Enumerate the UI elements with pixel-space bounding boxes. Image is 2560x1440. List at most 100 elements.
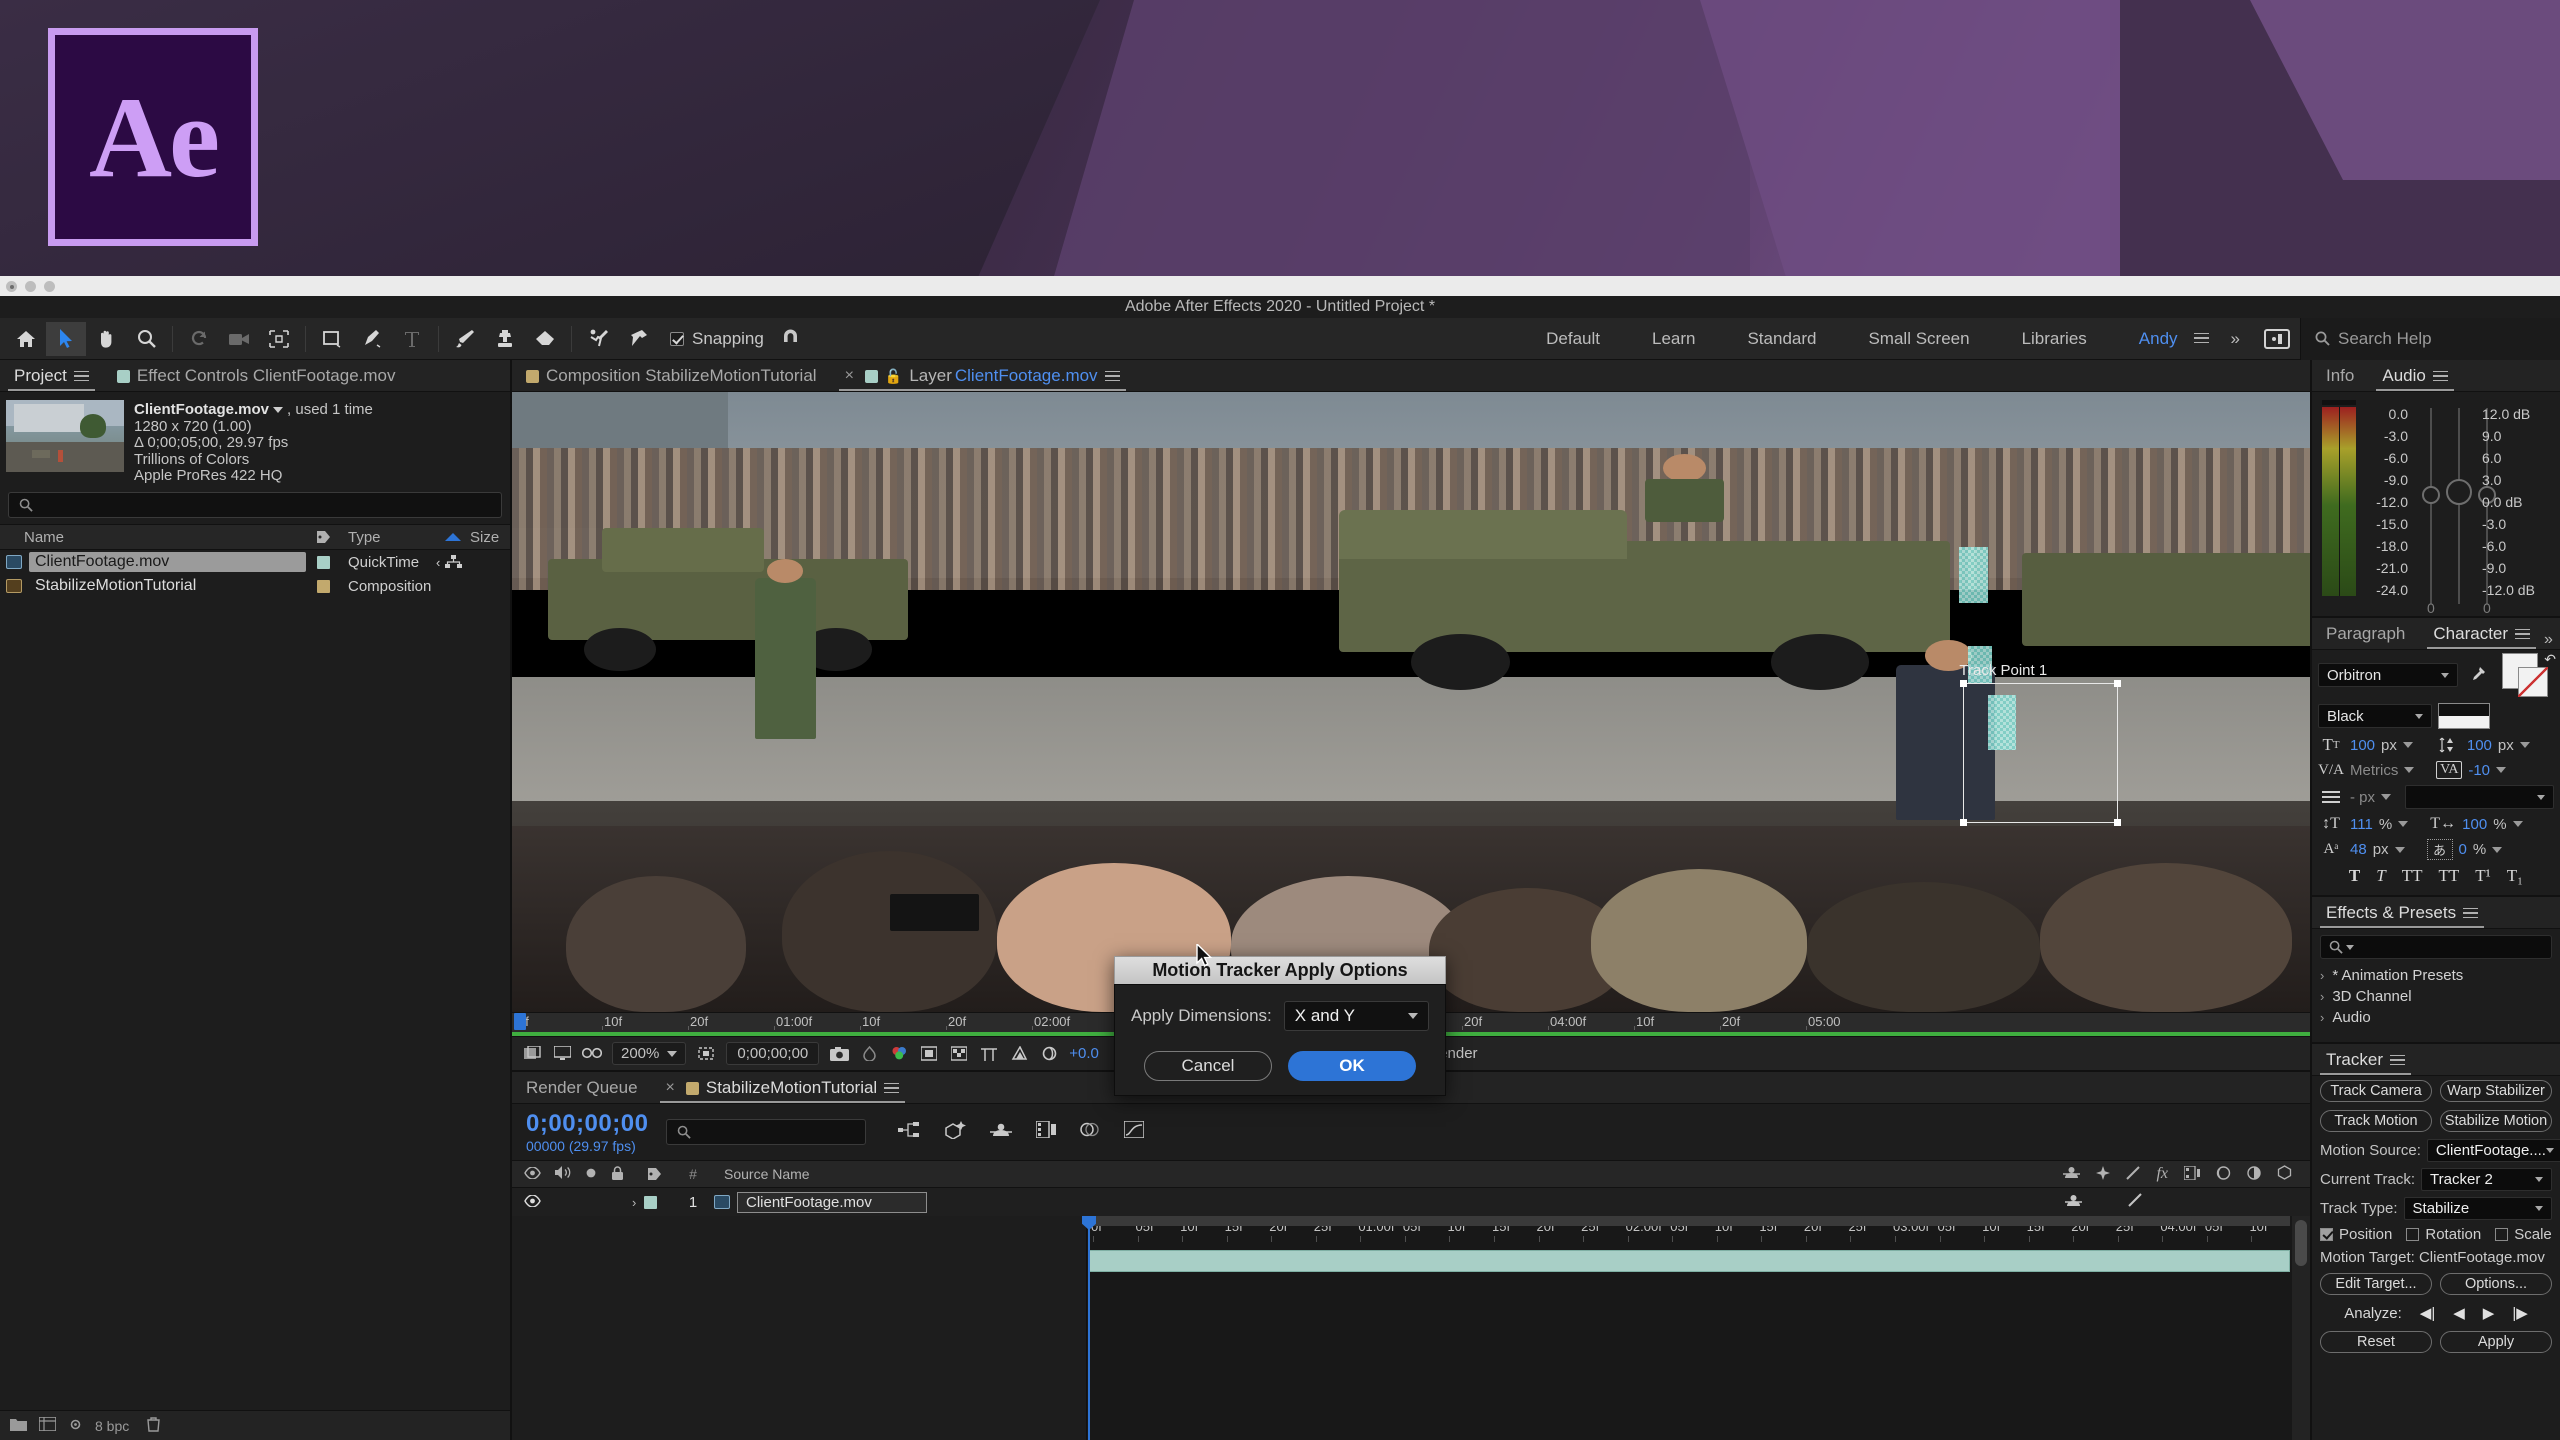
timeline-search-input[interactable] xyxy=(666,1119,866,1145)
swap-colors-icon[interactable]: ↶ xyxy=(2544,651,2556,668)
solo-icon[interactable] xyxy=(585,1166,597,1182)
column-size[interactable]: Size xyxy=(470,529,510,546)
resolution-icon[interactable] xyxy=(919,1045,939,1063)
column-label-icon[interactable] xyxy=(306,530,340,544)
exposure-icon[interactable] xyxy=(1039,1045,1059,1063)
tracker-panel-menu-icon[interactable] xyxy=(2390,1055,2405,1066)
exposure-value[interactable]: +0.0 xyxy=(1069,1045,1099,1062)
chevron-right-icon[interactable]: › xyxy=(2320,989,2324,1004)
project-item-clientfootage[interactable]: ClientFootage.mov QuickTime ‹ xyxy=(0,550,510,574)
character-panel-menu-icon[interactable] xyxy=(2515,629,2530,640)
faux-bold-button[interactable]: T xyxy=(2349,866,2360,886)
window-close-button[interactable] xyxy=(6,281,17,292)
shape-tool[interactable] xyxy=(312,322,352,356)
reset-button[interactable]: Reset xyxy=(2320,1331,2432,1353)
timeline-vertical-scrollbar[interactable] xyxy=(2292,1216,2310,1440)
close-icon[interactable]: × xyxy=(666,1079,679,1097)
ok-button[interactable]: OK xyxy=(1288,1051,1416,1081)
workspace-small-screen[interactable]: Small Screen xyxy=(1842,329,1995,349)
project-item-composition[interactable]: StabilizeMotionTutorial Composition xyxy=(0,574,510,598)
viewer-playhead[interactable] xyxy=(514,1013,526,1030)
options-button[interactable]: Options... xyxy=(2440,1273,2552,1295)
delete-icon[interactable] xyxy=(147,1417,160,1435)
timeline-work-area-bar[interactable] xyxy=(1087,1216,2290,1226)
edit-target-button[interactable]: Edit Target... xyxy=(2320,1273,2432,1295)
kerning-value[interactable]: Metrics xyxy=(2350,762,2398,779)
chevron-down-icon[interactable] xyxy=(2403,742,2413,748)
chevron-down-icon[interactable] xyxy=(2404,767,2414,773)
effects-search-input[interactable] xyxy=(2320,935,2552,959)
faux-italic-button[interactable]: T xyxy=(2376,866,2385,886)
timeline-panel-menu-icon[interactable] xyxy=(884,1083,899,1094)
workspace-learn[interactable]: Learn xyxy=(1626,329,1721,349)
tab-timeline-composition[interactable]: × StabilizeMotionTutorial xyxy=(652,1073,914,1103)
analyze-backward-icon[interactable]: ◀ xyxy=(2453,1304,2465,1322)
always-preview-icon[interactable] xyxy=(522,1045,542,1063)
apply-button[interactable]: Apply xyxy=(2440,1331,2552,1353)
effects-icon[interactable]: fx xyxy=(2156,1165,2168,1183)
audio-meter-clip-indicator[interactable] xyxy=(2322,400,2356,405)
apply-dimensions-select[interactable]: X and Y xyxy=(1284,1001,1429,1031)
track-type-select[interactable]: Stabilize xyxy=(2404,1197,2552,1220)
timeline-layer-row[interactable]: › 1 ClientFootage.mov xyxy=(512,1188,2310,1216)
rotation-checkbox[interactable] xyxy=(2406,1228,2419,1241)
workspace-layout-icon[interactable] xyxy=(2264,329,2290,349)
column-name[interactable]: Name xyxy=(0,529,306,546)
source-name-header[interactable]: Source Name xyxy=(710,1166,2063,1182)
viewer-canvas[interactable]: Track Point 1 xyxy=(512,392,2310,1012)
hide-shy-layers-icon[interactable] xyxy=(990,1122,1012,1143)
position-checkbox[interactable] xyxy=(2320,1228,2333,1241)
tab-composition[interactable]: Composition StabilizeMotionTutorial xyxy=(512,361,831,391)
chevron-right-icon[interactable]: › xyxy=(632,1195,636,1210)
type-tool[interactable] xyxy=(392,322,432,356)
audio-slider-track-left[interactable] xyxy=(2430,408,2432,604)
stabilize-motion-button[interactable]: Stabilize Motion xyxy=(2440,1110,2552,1132)
chevron-down-icon[interactable] xyxy=(2346,945,2354,950)
close-icon[interactable]: × xyxy=(845,367,858,385)
monitor-icon[interactable] xyxy=(552,1045,572,1063)
project-settings-icon[interactable] xyxy=(68,1417,83,1435)
color-management-icon[interactable] xyxy=(1009,1045,1029,1063)
current-track-select[interactable]: Tracker 2 xyxy=(2421,1168,2552,1191)
effects-item-animation-presets[interactable]: › * Animation Presets xyxy=(2312,965,2560,986)
column-type[interactable]: Type xyxy=(340,529,436,546)
eye-icon[interactable] xyxy=(524,1166,541,1182)
shy-icon[interactable] xyxy=(2065,1194,2082,1211)
tab-character[interactable]: Character xyxy=(2419,619,2544,649)
layer-color-chip[interactable] xyxy=(644,1196,657,1209)
rotation-tool[interactable] xyxy=(179,322,219,356)
camera-tool[interactable] xyxy=(219,322,259,356)
motion-blur-switch-icon[interactable] xyxy=(2216,1166,2231,1183)
tab-audio[interactable]: Audio xyxy=(2368,361,2461,391)
stroke-color-swatch[interactable] xyxy=(2518,667,2548,697)
chevron-right-icon[interactable]: › xyxy=(2320,1010,2324,1025)
baseline-shift-value[interactable]: 48 xyxy=(2350,841,2367,858)
subscript-button[interactable]: T₁ xyxy=(2507,866,2523,886)
composition-mini-flowchart-icon[interactable] xyxy=(898,1122,920,1143)
cancel-button[interactable]: Cancel xyxy=(1144,1051,1272,1081)
show-snapshot-icon[interactable] xyxy=(859,1045,879,1063)
all-caps-button[interactable]: TT xyxy=(2402,866,2423,886)
workspace-menu-icon[interactable] xyxy=(2186,329,2217,349)
tsume-value[interactable]: 0 xyxy=(2459,841,2467,858)
audio-icon[interactable] xyxy=(555,1166,571,1182)
eyedropper-icon[interactable] xyxy=(2464,666,2490,684)
tab-render-queue[interactable]: Render Queue xyxy=(512,1073,652,1103)
chevron-down-icon[interactable] xyxy=(2520,742,2530,748)
scale-checkbox[interactable] xyxy=(2495,1228,2508,1241)
effects-item-audio[interactable]: › Audio xyxy=(2312,1007,2560,1028)
track-handle-br[interactable] xyxy=(2114,819,2121,826)
pen-tool[interactable] xyxy=(352,322,392,356)
frame-blend-icon[interactable] xyxy=(2184,1166,2200,1183)
workspace-default[interactable]: Default xyxy=(1520,329,1626,349)
chevron-down-icon[interactable] xyxy=(2496,767,2506,773)
effects-item-3d-channel[interactable]: › 3D Channel xyxy=(2312,986,2560,1007)
track-handle-bl[interactable] xyxy=(1960,819,1967,826)
3d-layer-icon[interactable] xyxy=(2277,1165,2292,1183)
effects-panel-menu-icon[interactable] xyxy=(2463,908,2478,919)
superscript-button[interactable]: T¹ xyxy=(2475,866,2490,886)
zoom-level-select[interactable]: 200% xyxy=(612,1042,686,1065)
project-item-color-chip[interactable] xyxy=(306,556,340,569)
draft-3d-icon[interactable] xyxy=(944,1121,966,1144)
collapse-transformations-icon[interactable] xyxy=(2096,1166,2110,1183)
